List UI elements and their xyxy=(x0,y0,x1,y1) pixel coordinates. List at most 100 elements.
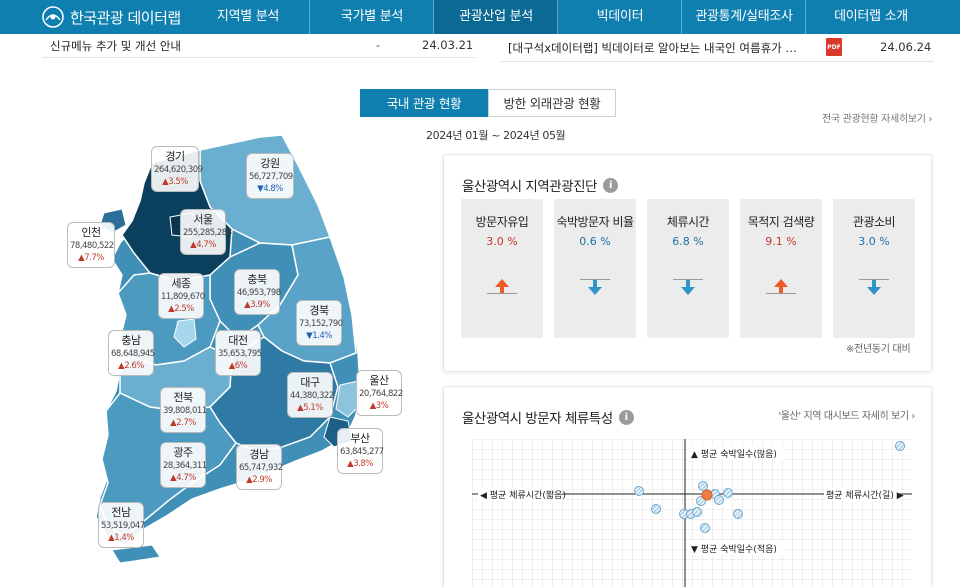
region-name: 부산 xyxy=(350,432,370,445)
region-name: 서울 xyxy=(193,213,213,226)
info-icon[interactable]: i xyxy=(618,409,634,425)
nav-region-analysis[interactable]: 지역별 분석 xyxy=(186,0,310,34)
region-change: ▲2.7% xyxy=(170,418,196,428)
region-name: 세종 xyxy=(171,277,191,290)
region-change: ▼1.4% xyxy=(306,331,332,341)
region-point[interactable] xyxy=(895,441,905,451)
region-label-jeonbuk[interactable]: 전북 39,808,011 ▲2.7% xyxy=(160,387,207,433)
ulsan-dashboard-link[interactable]: '울산' 지역 대시보드 자세히 보기 › xyxy=(778,407,915,422)
region-value: 264,620,309 xyxy=(154,165,203,175)
stay-title: 울산광역시 방문자 체류특성 i xyxy=(462,407,634,427)
region-label-jeonnam[interactable]: 전남 53,519,047 ▲1.4% xyxy=(98,502,145,548)
site-logo[interactable]: 한국관광 데이터랩 xyxy=(0,6,186,28)
region-name: 전남 xyxy=(111,506,131,519)
region-label-gwangju[interactable]: 광주 28,364,311 ▲4.7% xyxy=(160,442,207,488)
region-label-gyeongbuk[interactable]: 경북 73,152,790 ▼1.4% xyxy=(296,300,343,346)
region-label-ulsan[interactable]: 울산 20,764,822 ▲3% xyxy=(356,370,403,416)
nav-bigdata[interactable]: 빅데이터 xyxy=(558,0,682,34)
nav-label: 국가별 분석 xyxy=(340,9,404,24)
region-point[interactable] xyxy=(634,486,644,496)
region-value: 73,152,790 xyxy=(299,319,343,329)
region-point[interactable] xyxy=(700,523,710,533)
page: 한국관광 데이터랩 지역별 분석 국가별 분석 관광산업 분석 빅데이터 관광통… xyxy=(0,0,960,587)
region-point[interactable] xyxy=(714,495,724,505)
region-value: 255,285,288 xyxy=(183,228,232,238)
metric-value: 6.8 % xyxy=(672,235,704,248)
region-label-gyeonggi[interactable]: 경기 264,620,309 ▲3.5% xyxy=(151,146,203,192)
region-label-chungbuk[interactable]: 충북 46,953,798 ▲3.9% xyxy=(234,269,281,315)
region-value: 28,364,311 xyxy=(163,461,207,471)
region-label-daegu[interactable]: 대구 44,380,322 ▲5.1% xyxy=(287,372,334,418)
region-point[interactable] xyxy=(733,509,743,519)
nav-industry-analysis[interactable]: 관광산업 분석 xyxy=(434,0,558,34)
region-name: 강원 xyxy=(260,157,280,170)
tab-inbound[interactable]: 방한 외래관광 현황 xyxy=(488,89,616,117)
axis-label-left-text: ◀ 평균 체류시간(짧음) xyxy=(480,489,566,501)
region-change: ▲6% xyxy=(228,361,248,371)
notice-row[interactable]: 신규메뉴 추가 및 개선 안내 - 24.03.21 xyxy=(42,34,476,58)
nav-country-analysis[interactable]: 국가별 분석 xyxy=(310,0,434,34)
region-label-gangwon[interactable]: 강원 56,727,709 ▼4.8% xyxy=(246,153,294,199)
region-change: ▲3% xyxy=(369,401,389,411)
region-label-daejeon[interactable]: 대전 35,653,795 ▲6% xyxy=(215,330,262,376)
metric-label: 관광소비 xyxy=(852,215,896,229)
region-label-seoul[interactable]: 서울 255,285,288 ▲4.7% xyxy=(180,209,232,255)
region-label-incheon[interactable]: 인천 78,480,522 ▲7.7% xyxy=(67,222,115,268)
region-value: 68,648,945 xyxy=(111,349,155,359)
logo-text: 한국관광 데이터랩 xyxy=(70,8,181,27)
region-name: 경기 xyxy=(165,150,185,163)
region-name: 경북 xyxy=(309,304,329,317)
info-icon[interactable]: i xyxy=(602,177,618,193)
region-value: 39,808,011 xyxy=(163,406,207,416)
diagnosis-title: 울산광역시 지역관광진단 i xyxy=(462,175,618,195)
metric-search-volume[interactable]: 목적지 검색량 9.1 % xyxy=(740,199,822,338)
stay-scatter-plot: ▲ 평균 숙박일수(많음) ▼ 평균 숙박일수(적음) ◀ 평균 체류시간(짧음… xyxy=(472,439,912,587)
tab-domestic[interactable]: 국내 관광 현황 xyxy=(360,89,488,117)
region-name: 울산 xyxy=(369,374,389,387)
nav-about[interactable]: 데이터랩 소개 xyxy=(806,0,936,34)
region-value: 20,764,822 xyxy=(359,389,403,399)
region-name: 대전 xyxy=(228,334,248,347)
region-point[interactable] xyxy=(723,488,733,498)
metric-value: 3.0 % xyxy=(858,235,890,248)
nav-label: 빅데이터 xyxy=(596,9,644,24)
region-change: ▲1.4% xyxy=(108,533,134,543)
arrow-down-icon xyxy=(580,279,610,295)
region-point[interactable] xyxy=(692,507,702,517)
ulsan-point[interactable] xyxy=(701,489,713,501)
report-title: [대구석x데이터랩] 빅데이터로 알아보는 내국인 여름휴가 트렌드… xyxy=(508,41,798,55)
metric-tourism-spending[interactable]: 관광소비 3.0 % xyxy=(833,199,915,338)
pdf-icon[interactable]: PDF xyxy=(826,38,842,56)
axis-label-right: 평균 체류시간(길) ▶ xyxy=(824,487,904,501)
region-change: ▲2.5% xyxy=(168,304,194,314)
region-change: ▲2.6% xyxy=(118,361,144,371)
nationwide-detail-link[interactable]: 전국 관광현황 자세히보기 › xyxy=(822,110,933,125)
korea-map: 경기 264,620,309 ▲3.5% 강원 56,727,709 ▼4.8%… xyxy=(60,125,420,565)
region-value: 63,845,277 xyxy=(340,447,384,457)
region-value: 46,953,798 xyxy=(237,288,281,298)
axis-label-top-text: ▲ 평균 숙박일수(많음) xyxy=(691,449,777,460)
region-point[interactable] xyxy=(698,481,708,491)
nav-statistics[interactable]: 관광통계/실태조사 xyxy=(682,0,806,34)
arrow-up-icon xyxy=(487,279,517,294)
arrow-down-icon xyxy=(859,279,889,295)
report-row[interactable]: [대구석x데이터랩] 빅데이터로 알아보는 내국인 여름휴가 트렌드… PDF … xyxy=(500,34,934,62)
yoy-footnote: ※전년동기 대비 xyxy=(846,344,911,355)
metric-label: 숙박방문자 비율 xyxy=(556,215,634,229)
region-change: ▲4.7% xyxy=(190,240,216,250)
region-name: 충남 xyxy=(121,334,141,347)
notice-attachment: - xyxy=(376,38,381,52)
region-label-busan[interactable]: 부산 63,845,277 ▲3.8% xyxy=(337,428,384,474)
metric-overnight-ratio[interactable]: 숙박방문자 비율 0.6 % xyxy=(554,199,636,338)
region-point[interactable] xyxy=(651,504,661,514)
region-label-chungnam[interactable]: 충남 68,648,945 ▲2.6% xyxy=(108,330,155,376)
notice-date: 24.03.21 xyxy=(422,38,474,52)
stay-title-text: 울산광역시 방문자 체류특성 xyxy=(462,411,613,427)
region-name: 전북 xyxy=(173,391,193,404)
region-label-gyeongnam[interactable]: 경남 65,747,932 ▲2.9% xyxy=(236,444,283,490)
region-label-sejong[interactable]: 세종 11,809,670 ▲2.5% xyxy=(158,273,205,319)
region-change: ▲2.9% xyxy=(246,475,272,485)
region-change: ▲3.5% xyxy=(162,177,188,187)
metric-visitor-inflow[interactable]: 방문자유입 3.0 % xyxy=(461,199,543,338)
metric-stay-time[interactable]: 체류시간 6.8 % xyxy=(647,199,729,338)
